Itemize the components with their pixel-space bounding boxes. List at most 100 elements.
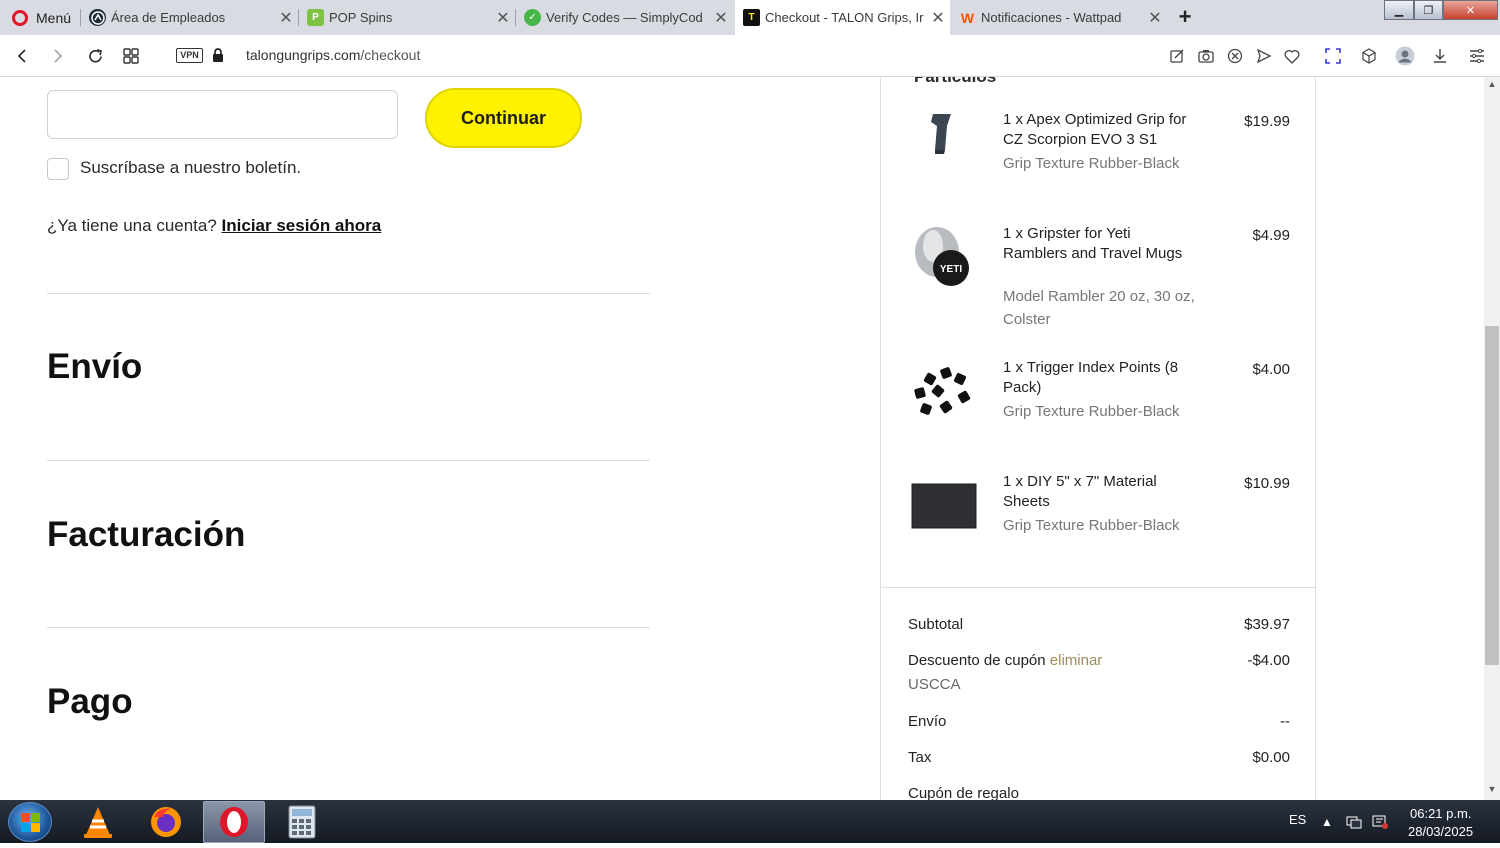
edit-share-icon[interactable] [1167,46,1187,66]
scroll-up-arrow-icon[interactable]: ▲ [1484,79,1500,93]
heart-icon[interactable] [1282,46,1302,66]
tab-area-empleados[interactable]: Área de Empleados ✕ [81,0,298,35]
snapshot-icon[interactable] [1323,46,1343,66]
close-tab-icon[interactable]: ✕ [926,8,950,28]
login-link[interactable]: Iniciar sesión ahora [222,216,382,235]
back-button[interactable] [11,45,33,67]
profile-avatar-icon[interactable] [1395,46,1415,66]
window-close-button[interactable]: ✕ [1443,0,1498,20]
item-price: $4.99 [1252,227,1290,244]
tabs-grid-icon[interactable] [120,45,142,67]
adblock-icon[interactable] [1225,46,1245,66]
camera-icon[interactable] [1196,46,1216,66]
simplycodes-logo-icon: ✓ [524,9,541,26]
windows-taskbar: ES ▲ 06:21 p.m. 28/03/2025 [0,800,1500,843]
new-tab-button[interactable]: + [1172,0,1198,35]
shipping-value: -- [1280,713,1290,730]
vpn-badge[interactable]: VPN [176,48,203,63]
clock-date[interactable]: 28/03/2025 [1408,824,1473,839]
wattpad-logo-icon: W [960,9,975,26]
product-image-trigger-points [911,358,977,424]
item-name: 1 x Apex Optimized Grip for CZ Scorpion … [1003,111,1187,148]
checkout-page: Continuar Suscríbase a nuestro boletín. … [0,77,1484,800]
tab-pop-spins[interactable]: P POP Spins ✕ [299,0,515,35]
gift-coupon-label[interactable]: Cupón de regalo [908,785,1019,800]
tab-wattpad[interactable]: W Notificaciones - Wattpad ✕ [951,0,1167,35]
tab-label: Verify Codes — SimplyCod [546,10,703,25]
billing-heading[interactable]: Facturación [47,515,245,555]
newsletter-label: Suscríbase a nuestro boletín. [80,158,302,177]
scrollbar-thumb[interactable] [1485,326,1499,665]
show-hidden-icons-icon[interactable]: ▲ [1321,815,1335,829]
tab-label: Área de Empleados [111,10,226,25]
page-scrollbar[interactable]: ▲ ▼ [1484,77,1500,800]
item-name: 1 x Trigger Index Points (8 Pack) [1003,359,1179,396]
network-icon[interactable] [1346,815,1362,829]
coupon-code: USCCA [908,676,961,693]
maximize-button[interactable]: ❐ [1414,0,1443,20]
item-price: $19.99 [1244,113,1290,130]
lock-icon[interactable] [212,48,224,62]
scroll-down-arrow-icon[interactable]: ▼ [1484,784,1500,798]
tab-bar: Menú Área de Empleados ✕ P POP Spins ✕ ✓… [0,0,1500,35]
close-tab-icon[interactable]: ✕ [274,8,298,28]
email-field[interactable] [47,90,398,139]
edge-logo-icon [89,9,106,26]
opera-menu-button[interactable]: Menú [0,0,80,35]
download-icon[interactable] [1430,46,1450,66]
payment-heading[interactable]: Pago [47,682,133,722]
vlc-taskbar-button[interactable] [67,801,129,843]
language-indicator[interactable]: ES [1289,812,1306,827]
tax-label: Tax [908,749,932,766]
tab-label: Checkout - TALON Grips, Ir [765,10,924,25]
url-path: /checkout [360,47,421,63]
firefox-taskbar-button[interactable] [135,801,197,843]
shipping-heading[interactable]: Envío [47,347,142,387]
coupon-row: Descuento de cupón eliminar USCCA -$4.00 [908,652,1290,700]
section-divider [47,293,650,294]
subtotal-label: Subtotal [908,616,964,633]
tax-value: $0.00 [1252,749,1290,766]
easy-setup-menu-icon[interactable] [1467,46,1487,66]
opera-taskbar-button[interactable] [203,801,265,843]
firefox-logo-icon [151,807,181,837]
calculator-taskbar-button[interactable] [271,801,333,843]
account-prompt: ¿Ya tiene una cuenta? Iniciar sesión aho… [47,216,381,236]
reload-button[interactable] [84,45,106,67]
opera-menu-label: Menú [36,9,72,26]
vlc-cone-icon [84,807,112,838]
product-image-grip [911,110,977,176]
shipping-label: Envío [908,713,947,730]
action-center-flag-icon[interactable] [1372,815,1388,829]
url-field[interactable]: talongungrips.com/checkout [246,47,420,63]
section-divider [47,460,650,461]
continue-button[interactable]: Continuar [425,88,582,148]
talon-logo-icon: T [743,9,760,26]
calculator-icon [288,805,316,839]
coupon-remove-link[interactable]: eliminar [1050,652,1103,669]
product-image-material-sheet [911,472,977,538]
send-icon[interactable] [1254,46,1274,66]
start-button[interactable] [8,802,52,842]
opera-logo-icon [12,9,28,26]
close-tab-icon[interactable]: ✕ [709,8,733,28]
newsletter-checkbox[interactable] [47,158,69,180]
clock-time[interactable]: 06:21 p.m. [1410,806,1471,821]
opera-logo-icon [220,807,248,837]
product-image-yeti-mug: YETI [911,224,977,290]
forward-button[interactable] [47,45,69,67]
close-tab-icon[interactable]: ✕ [1143,8,1167,28]
coupon-value: -$4.00 [1247,652,1290,669]
tab-checkout-talon[interactable]: T Checkout - TALON Grips, Ir ✕ [735,0,950,35]
window-controls: ▁ ❐ ✕ [1384,0,1498,20]
tab-verify-codes[interactable]: ✓ Verify Codes — SimplyCod ✕ [516,0,733,35]
item-variant: Grip Texture Rubber-Black [1003,403,1180,420]
item-variant: Model Rambler 20 oz, 30 oz, Colster [1003,288,1195,328]
summary-title: Partículos [914,77,996,87]
tab-label: POP Spins [329,10,393,25]
extensions-cube-icon[interactable] [1359,46,1379,66]
close-tab-icon[interactable]: ✕ [491,8,515,28]
item-variant: Grip Texture Rubber-Black [1003,155,1180,172]
url-host: talongungrips.com [246,47,361,63]
minimize-button[interactable]: ▁ [1384,0,1414,20]
